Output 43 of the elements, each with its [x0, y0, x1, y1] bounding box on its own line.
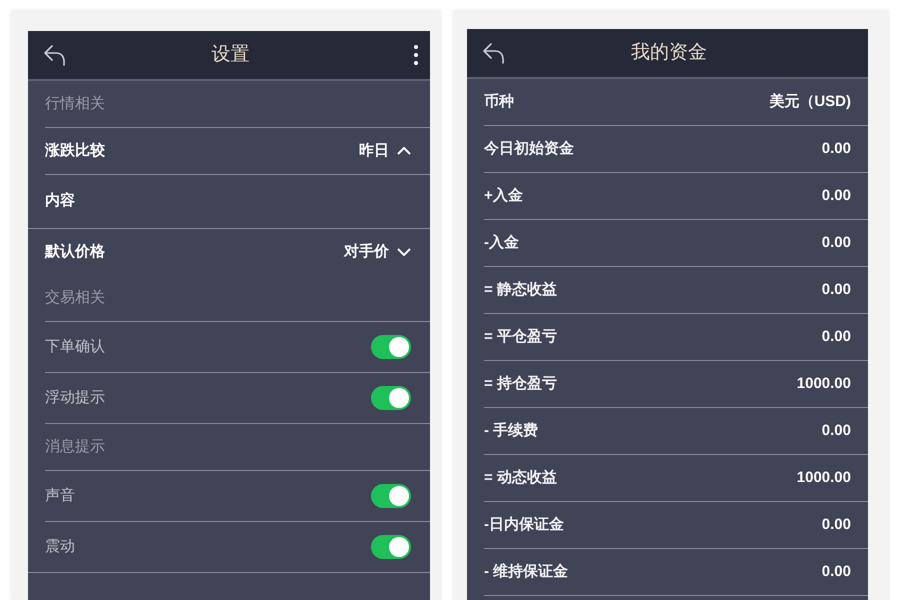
fund-value: 0.00 — [822, 562, 851, 582]
fund-value: 0.00 — [822, 138, 851, 159]
fund-label: +入金 — [484, 186, 523, 206]
dropdown-select[interactable]: 对手价 — [344, 240, 411, 264]
fund-value: 0.00 — [822, 232, 851, 253]
back-icon[interactable] — [482, 41, 506, 65]
fund-label: 币种 — [484, 92, 514, 112]
more-options-icon[interactable] — [414, 45, 418, 65]
fund-value: 0.00 — [822, 514, 851, 535]
toggle-switch[interactable] — [371, 484, 411, 508]
fund-label: = 持仓盈亏 — [484, 374, 557, 394]
section-heading: 行情相关 — [45, 94, 105, 114]
back-icon[interactable] — [43, 43, 67, 67]
screen-title: 我的资金 — [630, 42, 708, 64]
fund-label: - 手续费 — [484, 420, 538, 441]
setting-label: 浮动提示 — [45, 388, 105, 408]
fund-value: 0.00 — [822, 420, 851, 441]
setting-label: 涨跌比较 — [45, 140, 105, 161]
toggle-switch[interactable] — [371, 535, 411, 559]
fund-value: 美元（USD) — [769, 92, 851, 112]
fund-value: 1000.00 — [796, 374, 851, 394]
fund-value: 0.00 — [822, 280, 851, 300]
setting-label: 声音 — [45, 486, 75, 506]
toggle-switch[interactable] — [371, 386, 411, 410]
dropdown-select[interactable]: 昨日 — [359, 140, 411, 162]
setting-label: 震动 — [45, 536, 75, 557]
screen-title: 设置 — [210, 44, 250, 66]
fund-value: 1000.00 — [796, 468, 851, 488]
fund-label: = 平仓盈亏 — [484, 326, 557, 347]
fund-label: - 维持保证金 — [484, 562, 568, 582]
fund-label: 今日初始资金 — [484, 138, 574, 159]
fund-value: 0.00 — [822, 186, 851, 206]
fund-label: = 静态收益 — [484, 280, 557, 300]
setting-label[interactable]: 内容 — [45, 190, 75, 213]
fund-label: -入金 — [484, 232, 519, 253]
fund-label: -日内保证金 — [484, 514, 564, 535]
toggle-switch[interactable] — [371, 335, 411, 359]
fund-value: 0.00 — [822, 326, 851, 347]
section-heading: 消息提示 — [45, 436, 105, 457]
setting-label: 下单确认 — [45, 336, 105, 357]
fund-label: = 动态收益 — [484, 468, 557, 488]
setting-label: 默认价格 — [45, 242, 105, 262]
section-heading: 交易相关 — [45, 288, 105, 308]
